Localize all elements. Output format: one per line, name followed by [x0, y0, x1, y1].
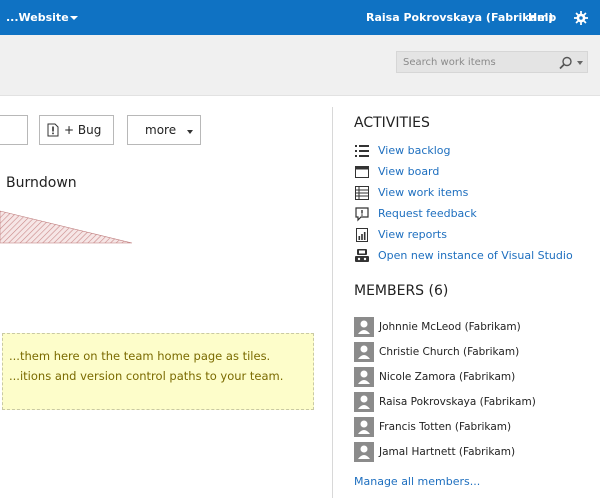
activity-label: Open new instance of Visual Studio — [378, 249, 573, 262]
tiles-info-note: ...them here on the team home page as ti… — [2, 333, 314, 410]
activities-heading: ACTIVITIES — [354, 115, 430, 131]
board-icon — [355, 166, 369, 178]
activity-label: View reports — [378, 228, 447, 241]
feedback-icon — [355, 207, 369, 222]
more-button[interactable]: more — [127, 115, 201, 145]
activity-label: Request feedback — [378, 207, 477, 220]
burndown-chart[interactable] — [0, 206, 140, 246]
visual-studio-icon — [355, 249, 369, 262]
avatar — [354, 367, 374, 387]
search-box[interactable] — [396, 51, 588, 73]
column-divider — [332, 107, 333, 498]
work-items-icon — [355, 186, 369, 200]
avatar — [354, 317, 374, 337]
chevron-down-icon[interactable] — [70, 16, 78, 20]
manage-members-link[interactable]: Manage all members... — [354, 475, 480, 488]
avatar — [354, 342, 374, 362]
member-name: Christie Church (Fabrikam) — [379, 346, 520, 358]
chevron-down-icon[interactable] — [577, 61, 583, 65]
project-name[interactable]: ...Website — [6, 11, 69, 24]
burndown-title: Burndown — [6, 175, 77, 191]
note-line: ...them here on the team home page as ti… — [9, 349, 271, 363]
search-icon[interactable] — [559, 56, 573, 70]
new-item-button[interactable] — [0, 115, 28, 145]
members-heading: MEMBERS (6) — [354, 283, 449, 299]
user-name[interactable]: Raisa Pokrovskaya (Fabrikam) — [366, 11, 554, 24]
add-bug-button[interactable]: + Bug — [39, 115, 114, 145]
help-link[interactable]: Help — [528, 11, 556, 24]
gear-icon[interactable] — [574, 11, 588, 25]
avatar — [354, 442, 374, 462]
activity-label: View backlog — [378, 144, 451, 157]
backlog-icon — [355, 145, 369, 157]
activity-label: View board — [378, 165, 440, 178]
sub-header — [0, 35, 600, 96]
search-input[interactable] — [403, 55, 553, 69]
bug-icon — [47, 123, 59, 137]
member-name: Raisa Pokrovskaya (Fabrikam) — [379, 396, 536, 408]
avatar — [354, 392, 374, 412]
chevron-down-icon — [187, 130, 193, 134]
member-name: Johnnie McLeod (Fabrikam) — [379, 321, 521, 333]
member-name: Jamal Hartnett (Fabrikam) — [379, 446, 516, 458]
more-label: more — [145, 123, 177, 137]
member-name: Francis Totten (Fabrikam) — [379, 421, 512, 433]
member-name: Nicole Zamora (Fabrikam) — [379, 371, 516, 383]
activity-label: View work items — [378, 186, 469, 199]
avatar — [354, 417, 374, 437]
note-line: ...itions and version control paths to y… — [9, 369, 284, 383]
reports-icon — [356, 228, 368, 242]
top-navigation-bar: ...Website Raisa Pokrovskaya (Fabrikam) … — [0, 0, 600, 35]
burndown-area — [0, 210, 133, 244]
add-bug-label: + Bug — [64, 123, 102, 137]
